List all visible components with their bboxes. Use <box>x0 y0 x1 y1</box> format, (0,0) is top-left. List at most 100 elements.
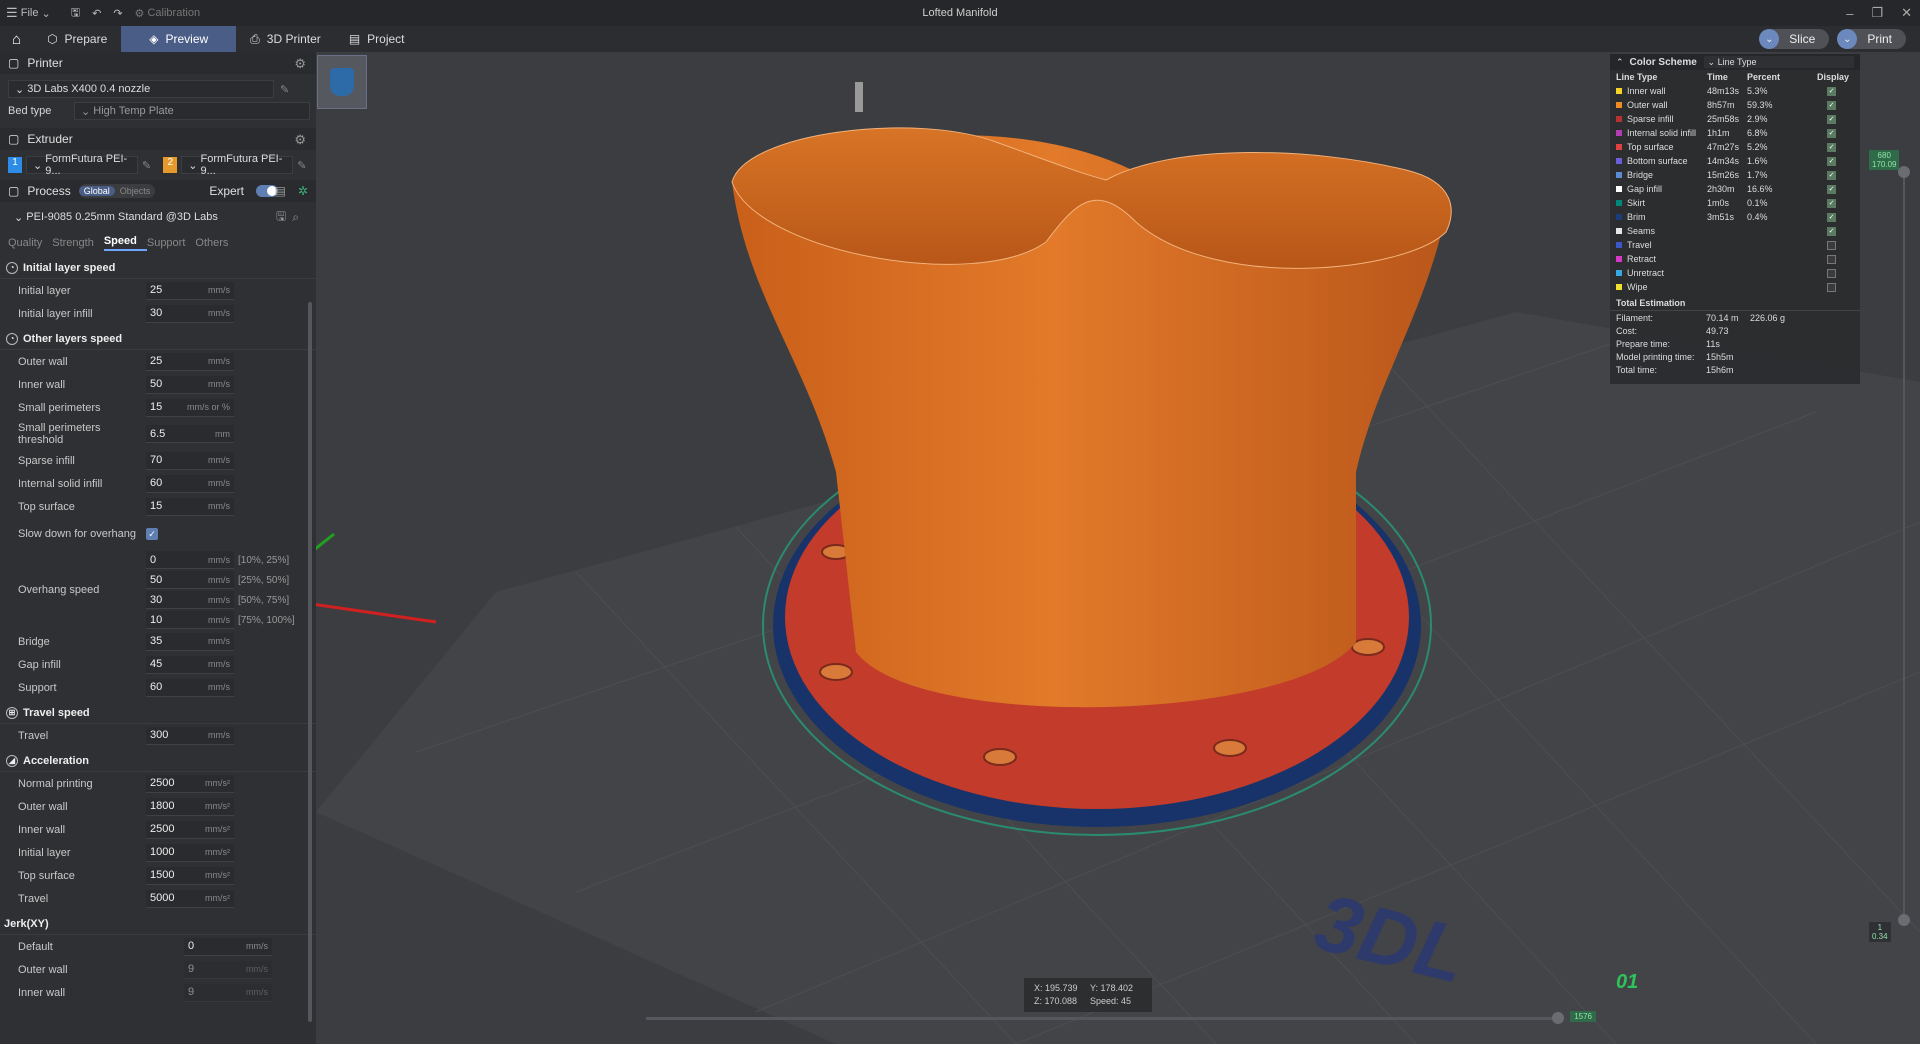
display-checkbox[interactable]: ✓ <box>1827 86 1836 96</box>
display-checkbox[interactable]: ✓ <box>1827 128 1836 138</box>
calibration-button[interactable]: ⚙ Calibration <box>129 0 207 26</box>
global-option[interactable]: Global <box>78 186 115 196</box>
value-input[interactable]: 6.5 mm <box>146 425 234 443</box>
tab-3d-printer[interactable]: ⎙ 3D Printer <box>236 26 335 52</box>
subtab-support[interactable]: Support <box>147 237 196 249</box>
subtab-strength[interactable]: Strength <box>52 237 104 249</box>
display-checkbox[interactable]: ✓ <box>1827 142 1836 152</box>
legend-row[interactable]: Sparse infill 25m58s 2.9% ✓ <box>1610 112 1860 126</box>
gear-icon[interactable]: ⚙ <box>294 132 306 148</box>
value-input[interactable]: 50 mm/s <box>146 375 234 394</box>
slice-button[interactable]: ⌄ Slice <box>1759 29 1830 49</box>
subtab-others[interactable]: Others <box>195 237 238 249</box>
value-input[interactable]: 15 mm/s or % <box>146 398 234 417</box>
legend-row[interactable]: Travel <box>1610 238 1860 252</box>
close-icon[interactable]: ✕ <box>1901 5 1912 21</box>
tab-preview[interactable]: ◈ Preview <box>121 26 237 52</box>
redo-button[interactable]: ↷ <box>107 0 128 26</box>
legend-row[interactable]: Outer wall 8h57m 59.3% ✓ <box>1610 98 1860 112</box>
display-checkbox[interactable]: ✓ <box>1827 226 1836 236</box>
global-objects-toggle[interactable]: Global Objects <box>78 184 156 198</box>
display-checkbox[interactable]: ✓ <box>1827 184 1836 194</box>
value-input[interactable]: 15 mm/s <box>146 497 234 516</box>
display-checkbox[interactable] <box>1827 254 1836 264</box>
subtab-speed[interactable]: Speed <box>103 235 147 251</box>
slow-down-checkbox[interactable]: ✓ <box>146 528 158 540</box>
scheme-select[interactable]: ⌄ Line Type <box>1703 56 1854 68</box>
legend-row[interactable]: Retract <box>1610 252 1860 266</box>
menu-button[interactable]: ☰ File ⌄ <box>0 0 57 26</box>
tab-project[interactable]: ▤ Project <box>335 26 419 52</box>
legend-row[interactable]: Inner wall 48m13s 5.3% ✓ <box>1610 84 1860 98</box>
value-input[interactable]: 25 mm/s <box>146 352 234 371</box>
edit-icon[interactable]: ✎ <box>142 159 151 172</box>
gear-icon[interactable]: ⚙ <box>294 56 306 72</box>
value-input[interactable]: 2500 mm/s² <box>146 774 234 793</box>
undo-button[interactable]: ↶ <box>86 0 107 26</box>
layer-slider-top-handle[interactable] <box>1898 166 1910 178</box>
home-button[interactable]: ⌂ <box>0 26 33 52</box>
extruder-1-filament-select[interactable]: ⌄ FormFutura PEI-9... <box>26 153 138 177</box>
value-input[interactable]: 70 mm/s <box>146 451 234 470</box>
value-input[interactable]: 300 mm/s <box>146 726 234 745</box>
tab-prepare[interactable]: ⬡ Prepare <box>33 26 121 52</box>
legend-row[interactable]: Gap infill 2h30m 16.6% ✓ <box>1610 182 1860 196</box>
subtab-quality[interactable]: Quality <box>8 237 52 249</box>
save-icon[interactable]: 🖫 <box>276 207 286 228</box>
display-checkbox[interactable] <box>1827 268 1836 278</box>
value-input[interactable]: 9 mm/s <box>184 983 272 1002</box>
move-slider[interactable]: 1576 <box>646 1011 1596 1024</box>
printer-select[interactable]: ⌄ 3D Labs X400 0.4 nozzle <box>8 80 274 98</box>
layer-slider-bottom-handle[interactable] <box>1898 914 1910 926</box>
legend-row[interactable]: Brim 3m51s 0.4% ✓ <box>1610 210 1860 224</box>
display-checkbox[interactable] <box>1827 282 1836 292</box>
value-input[interactable]: 9 mm/s <box>184 960 272 979</box>
wand-icon[interactable]: ✲ <box>298 184 308 198</box>
chevron-down-icon[interactable]: ⌄ <box>1759 29 1780 49</box>
value-input[interactable]: 1800 mm/s² <box>146 797 234 816</box>
value-input[interactable]: 0 mm/s <box>146 551 234 569</box>
value-input[interactable]: 45 mm/s <box>146 655 234 674</box>
value-input[interactable]: 60 mm/s <box>146 678 234 697</box>
legend-row[interactable]: Internal solid infill 1h1m 6.8% ✓ <box>1610 126 1860 140</box>
legend-row[interactable]: Skirt 1m0s 0.1% ✓ <box>1610 196 1860 210</box>
value-input[interactable]: 30 mm/s <box>146 304 234 323</box>
legend-row[interactable]: Bottom surface 14m34s 1.6% ✓ <box>1610 154 1860 168</box>
value-input[interactable]: 10 mm/s <box>146 611 234 629</box>
print-button[interactable]: ⌄ Print <box>1837 29 1906 49</box>
legend-row[interactable]: Seams ✓ <box>1610 224 1860 238</box>
extruder-2-filament-select[interactable]: ⌄ FormFutura PEI-9... <box>181 153 294 177</box>
minimize-icon[interactable]: – <box>1846 6 1853 21</box>
compare-icon[interactable]: ▤ <box>275 184 286 198</box>
layer-slider[interactable]: 680 170.09 1 0.34 <box>1869 150 1910 942</box>
value-input[interactable]: 2500 mm/s² <box>146 820 234 839</box>
value-input[interactable]: 5000 mm/s² <box>146 889 234 908</box>
process-profile-select[interactable]: ⌄ PEI-9085 0.25mm Standard @3D Labs <box>8 208 270 226</box>
display-checkbox[interactable]: ✓ <box>1827 170 1836 180</box>
value-input[interactable]: 30 mm/s <box>146 591 234 609</box>
legend-row[interactable]: Wipe <box>1610 280 1860 294</box>
display-checkbox[interactable]: ✓ <box>1827 156 1836 166</box>
value-input[interactable]: 0 mm/s <box>184 937 272 956</box>
objects-option[interactable]: Objects <box>115 186 156 196</box>
value-input[interactable]: 1500 mm/s² <box>146 866 234 885</box>
value-input[interactable]: 60 mm/s <box>146 474 234 493</box>
edit-icon[interactable]: ✎ <box>280 83 289 96</box>
value-input[interactable]: 25 mm/s <box>146 281 234 300</box>
move-slider-handle[interactable] <box>1552 1012 1564 1024</box>
display-checkbox[interactable]: ✓ <box>1827 198 1836 208</box>
legend-row[interactable]: Unretract <box>1610 266 1860 280</box>
restore-icon[interactable]: ❐ <box>1871 5 1883 21</box>
save-button[interactable]: 🖫 <box>65 0 86 26</box>
value-input[interactable]: 50 mm/s <box>146 571 234 589</box>
display-checkbox[interactable]: ✓ <box>1827 100 1836 110</box>
edit-icon[interactable]: ✎ <box>297 159 306 172</box>
legend-row[interactable]: Bridge 15m26s 1.7% ✓ <box>1610 168 1860 182</box>
display-checkbox[interactable]: ✓ <box>1827 212 1836 222</box>
sidebar-scrollbar[interactable] <box>308 302 312 1022</box>
plate-thumbnail[interactable] <box>317 55 367 109</box>
display-checkbox[interactable]: ✓ <box>1827 114 1836 124</box>
display-checkbox[interactable] <box>1827 240 1836 250</box>
value-input[interactable]: 35 mm/s <box>146 632 234 651</box>
chevron-down-icon[interactable]: ⌄ <box>1837 29 1858 49</box>
